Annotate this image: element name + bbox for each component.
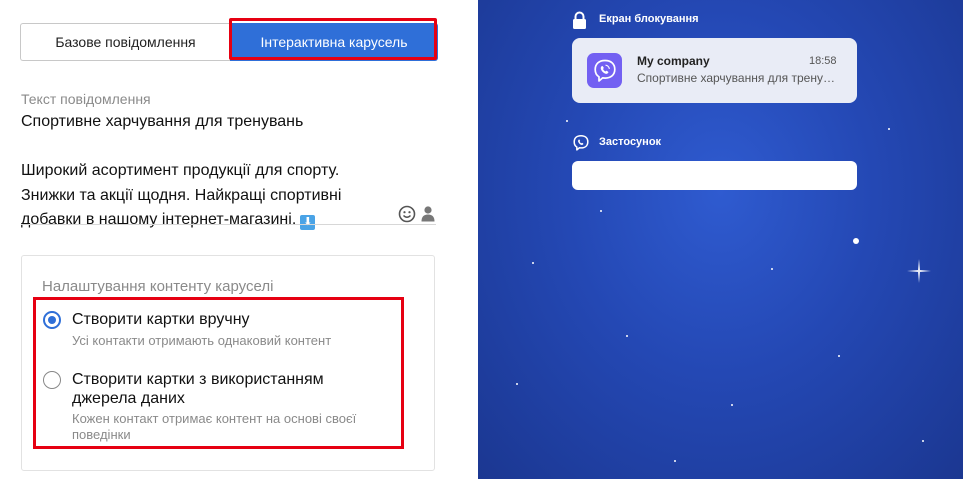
radio-data-source-cards[interactable] (43, 371, 61, 389)
notification-time: 18:58 (809, 55, 837, 67)
notification-sender: My company (637, 54, 710, 68)
personalization-icon[interactable] (421, 205, 435, 228)
star (532, 262, 534, 264)
option-manual-subtitle: Усі контакти отримають однаковий контент (72, 333, 332, 348)
viber-app-icon (587, 53, 622, 88)
star (600, 210, 602, 212)
lock-screen-label: Екран блокування (599, 13, 699, 25)
star (516, 383, 518, 385)
tab-interactive-carousel[interactable]: Інтерактивна карусель (230, 23, 438, 61)
arrow-down-emoji-icon: ⬇ (300, 215, 316, 230)
message-text-label: Текст повідомлення (21, 91, 151, 107)
app-message-card (572, 161, 857, 190)
message-field-underline (21, 224, 436, 225)
message-text-field[interactable]: Спортивне харчування для тренувань Широк… (21, 110, 401, 233)
option-data-source-title[interactable]: Створити картки з використанням джерела … (72, 370, 372, 408)
star (838, 355, 840, 357)
star (674, 460, 676, 462)
carousel-settings-title: Налаштування контенту каруселі (42, 278, 274, 295)
star (731, 404, 733, 406)
star (888, 128, 890, 130)
notification-preview-text: Спортивне харчування для тренувань (637, 71, 837, 85)
app-section-label: Застосунок (599, 136, 662, 148)
star (626, 335, 628, 337)
radio-manual-cards[interactable] (43, 311, 61, 329)
tab-basic-message[interactable]: Базове повідомлення (20, 23, 230, 61)
option-manual-title[interactable]: Створити картки вручну (72, 310, 250, 329)
sparkle-star-icon (907, 259, 931, 283)
viber-icon (572, 134, 590, 157)
emoji-picker-icon[interactable] (398, 205, 416, 228)
message-text-value: Спортивне харчування для тренувань Широк… (21, 113, 342, 228)
star (853, 238, 859, 244)
star (922, 440, 924, 442)
star (771, 268, 773, 270)
editor-panel: Базове повідомлення Інтерактивна карусел… (0, 0, 478, 479)
star (566, 120, 568, 122)
lock-icon (572, 11, 587, 35)
option-data-source-subtitle: Кожен контакт отримає контент на основі … (72, 411, 357, 442)
